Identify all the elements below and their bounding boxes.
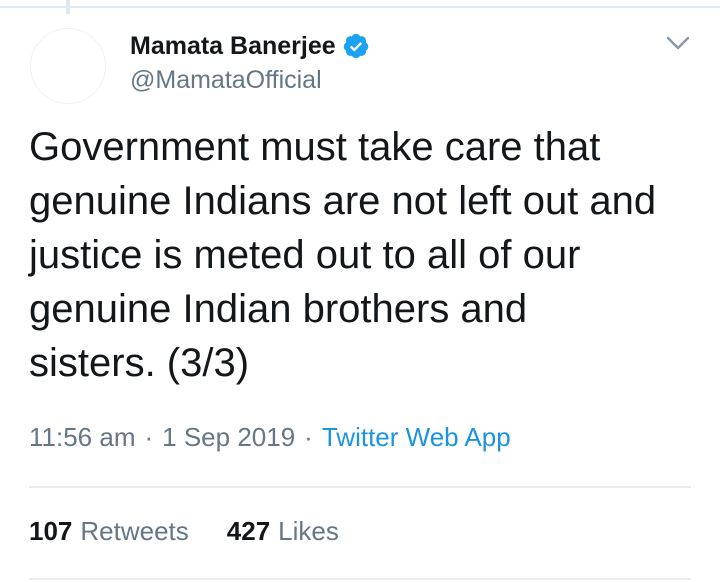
likes-stat[interactable]: 427 Likes [227,516,339,547]
stats-divider-top [29,486,691,488]
stats-divider-bottom [29,578,691,580]
tweet-stats: 107 Retweets 427 Likes [29,516,339,547]
author-display-name[interactable]: Mamata Banerjee [130,32,336,61]
likes-label: Likes [278,516,339,546]
tweet-date[interactable]: 1 Sep 2019 [162,422,295,452]
avatar[interactable] [30,28,106,104]
tweet-text: Government must take care that genuine I… [29,125,657,385]
thread-connector [66,0,70,14]
chevron-down-icon[interactable] [664,32,692,54]
tweet-source-link[interactable]: Twitter Web App [322,422,511,452]
author-handle[interactable]: @MamataOfficial [130,66,322,95]
retweets-label: Retweets [80,516,189,546]
likes-count: 427 [226,516,271,546]
top-divider [0,0,720,8]
meta-separator: · [304,422,313,452]
author-name-row[interactable]: Mamata Banerjee [130,30,370,62]
retweets-count: 107 [29,516,73,546]
tweet-meta: 11:56 am · 1 Sep 2019 · Twitter Web App [29,422,511,453]
meta-separator: · [144,422,154,452]
retweets-stat[interactable]: 107 Retweets [29,516,189,547]
tweet-time[interactable]: 11:56 am [29,422,135,452]
verified-badge-icon [342,32,370,60]
